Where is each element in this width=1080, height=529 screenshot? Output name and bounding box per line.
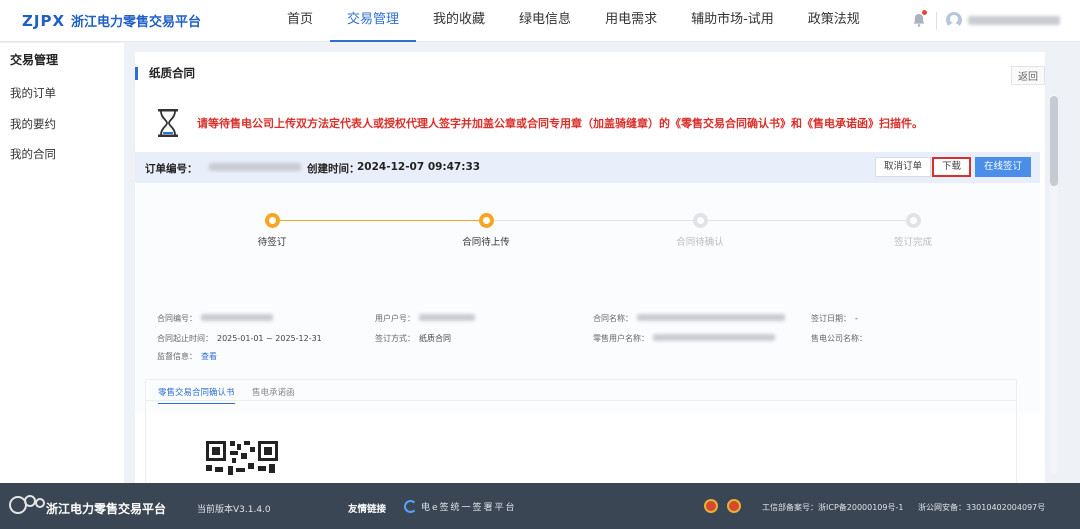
created-time-label: 创建时间： (307, 163, 360, 175)
step-label-1: 待签订 (257, 237, 287, 248)
contract-number-label: 合同编号： (157, 314, 197, 323)
supervision-view-link[interactable]: 查看 (201, 352, 217, 361)
contract-period: 合同起止时间： 2025-01-01 ~ 2025-12-31 (157, 333, 322, 344)
sign-method-value: 纸质合同 (419, 334, 451, 343)
download-button[interactable]: 下载 (932, 157, 972, 177)
sidebar-item-orders[interactable]: 我的订单 (10, 85, 56, 101)
footer-esign-link[interactable]: 电e签统一签署平台 (404, 500, 517, 513)
step-dot-3 (693, 213, 708, 228)
back-button[interactable]: 返回 (1011, 66, 1045, 85)
contract-number-redacted (201, 314, 273, 321)
nav-ancillary-market[interactable]: 辅助市场-试用 (674, 0, 791, 42)
order-number-label: 订单编号： (145, 163, 198, 175)
step-line-3 (708, 220, 914, 221)
avatar[interactable] (946, 12, 962, 28)
username-redacted[interactable] (968, 16, 1060, 25)
nav-trade-management[interactable]: 交易管理 (330, 0, 417, 42)
nav-home[interactable]: 首页 (270, 0, 330, 42)
supervision-label: 监督信息： (157, 352, 197, 361)
nav-green-power[interactable]: 绿电信息 (502, 0, 588, 42)
logo[interactable]: ZJPX 浙江电力零售交易平台 (22, 11, 202, 31)
order-number-redacted (209, 163, 301, 171)
contract-number: 合同编号： (157, 313, 273, 324)
retail-user-redacted (653, 334, 775, 341)
nav-divider (936, 12, 937, 30)
page-title: 纸质合同 (135, 67, 195, 80)
user-account: 用户户号： (375, 313, 475, 324)
footer: 浙江电力零售交易平台 当前版本V3.1.4.0 友情链接 电e签统一签署平台 工… (0, 483, 1080, 529)
created-time-value: 2024-12-07 09:47:33 (357, 161, 481, 173)
footer-police-record[interactable]: 浙公网安备：33010402004097号 (918, 502, 1045, 513)
user-account-redacted (419, 314, 475, 321)
tabs-divider (146, 400, 1016, 401)
emblem-icon (704, 499, 718, 513)
bell-icon[interactable] (911, 10, 927, 28)
contract-name-label: 合同名称： (593, 314, 633, 323)
contract-name-redacted (637, 314, 785, 321)
sign-date-label: 签订日期： (811, 314, 851, 323)
sign-method-label: 签订方式： (375, 334, 415, 343)
user-account-label: 用户户号： (375, 314, 415, 323)
sidebar: 交易管理 我的订单 我的要约 我的合同 (0, 43, 124, 483)
top-nav: ZJPX 浙江电力零售交易平台 首页 交易管理 我的收藏 绿电信息 用电需求 辅… (0, 0, 1080, 42)
seller-name: 售电公司名称： (811, 333, 867, 344)
step-line-2 (494, 220, 700, 221)
cancel-order-button[interactable]: 取消订单 (875, 157, 932, 177)
hourglass-icon (157, 108, 179, 138)
retail-user-name: 零售用户名称： (593, 333, 775, 344)
notice-text: 请等待售电公司上传双方法定代表人或授权代理人签字并加盖公章或合同专用章（加盖骑缝… (197, 117, 923, 130)
sign-method: 签订方式： 纸质合同 (375, 333, 451, 344)
notification-dot (922, 10, 927, 15)
seller-label: 售电公司名称： (811, 334, 867, 343)
esign-text: 电e签统一签署平台 (421, 503, 517, 513)
supervision-info: 监督信息： 查看 (157, 351, 217, 362)
contract-card: 纸质合同 返回 请等待售电公司上传双方法定代表人或授权代理人签字并加盖公章或合同… (135, 52, 1045, 483)
qr-code-icon (206, 441, 278, 475)
sign-date: 签订日期： - (811, 313, 858, 324)
contract-period-label: 合同起止时间： (157, 334, 213, 343)
online-sign-button[interactable]: 在线签订 (975, 157, 1032, 177)
contract-name: 合同名称： (593, 313, 785, 324)
step-dot-4 (906, 213, 921, 228)
step-label-4: 签订完成 (893, 237, 932, 248)
police-emblem-icon (727, 499, 741, 513)
footer-brand: 浙江电力零售交易平台 (46, 502, 167, 516)
sidebar-item-offers[interactable]: 我的要约 (10, 116, 56, 132)
nav-demand[interactable]: 用电需求 (588, 0, 674, 42)
step-line-1 (280, 220, 486, 221)
contract-period-value: 2025-01-01 ~ 2025-12-31 (217, 334, 322, 343)
nav-policy[interactable]: 政策法规 (791, 0, 877, 42)
footer-links-label: 友情链接 (348, 504, 387, 515)
scrollbar-thumb[interactable] (1050, 96, 1058, 186)
step-dot-2 (479, 213, 494, 228)
main-nav: 首页 交易管理 我的收藏 绿电信息 用电需求 辅助市场-试用 政策法规 (270, 0, 877, 42)
sidebar-title: 交易管理 (10, 53, 59, 67)
step-dot-1 (265, 213, 280, 228)
logo-text: 浙江电力零售交易平台 (71, 15, 202, 30)
nav-favorites[interactable]: 我的收藏 (416, 0, 502, 42)
footer-version: 当前版本V3.1.4.0 (197, 505, 271, 515)
sidebar-item-contracts[interactable]: 我的合同 (10, 146, 56, 162)
sign-date-value: - (855, 314, 858, 323)
document-tabs: 零售交易合同确认书 售电承诺函 (145, 379, 1017, 483)
page-scrollbar[interactable] (1050, 94, 1058, 474)
logo-mark: ZJPX (22, 11, 66, 30)
step-label-3: 合同待确认 (676, 237, 724, 248)
retail-user-label: 零售用户名称： (593, 334, 649, 343)
step-label-2: 合同待上传 (462, 237, 510, 248)
tab-contract-confirmation[interactable]: 零售交易合同确认书 (158, 386, 235, 404)
footer-icp[interactable]: 工信部备案号：浙ICP备20000109号-1 (762, 502, 903, 513)
order-bar: 订单编号： 创建时间： 2024-12-07 09:47:33 取消订单 下载 … (135, 152, 1040, 183)
esign-icon (404, 500, 417, 513)
